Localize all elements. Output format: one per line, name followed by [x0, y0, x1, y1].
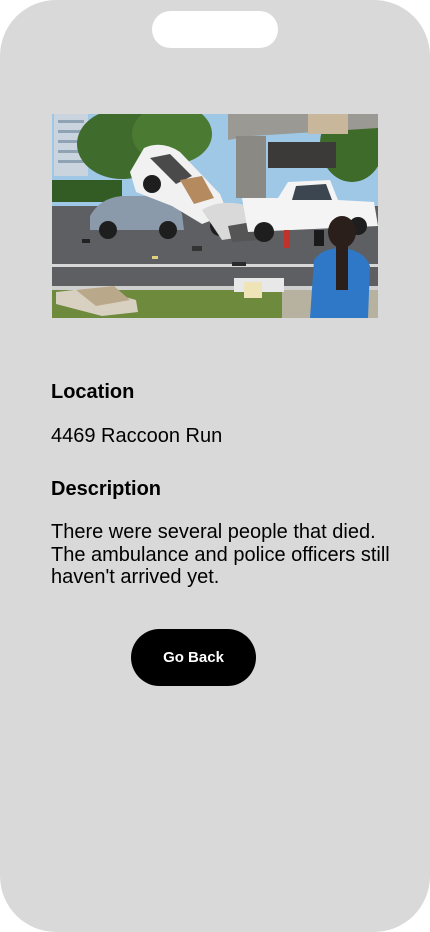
go-back-button[interactable]: Go Back	[131, 629, 256, 686]
location-heading: Location	[51, 381, 135, 403]
incident-photo	[52, 114, 378, 318]
phone-screen: Location 4469 Raccoon Run Description Th…	[0, 0, 430, 932]
description-heading: Description	[51, 478, 162, 500]
location-value: 4469 Raccoon Run	[51, 425, 223, 447]
dynamic-island	[152, 11, 278, 48]
description-value: There were several people that died. The…	[51, 521, 390, 588]
